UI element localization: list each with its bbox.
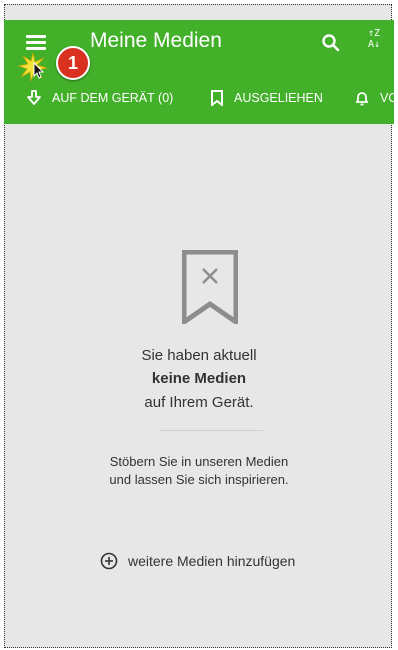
- step-badge: 1: [56, 46, 90, 80]
- tab-bar: AUF DEM GERÄT (0) AUSGELIEHEN VO: [4, 76, 394, 124]
- search-icon[interactable]: [320, 32, 344, 56]
- sort-label-top: ↑Z: [368, 28, 381, 39]
- tab-borrowed[interactable]: AUSGELIEHEN: [210, 90, 323, 106]
- empty-bookmark-icon: [182, 250, 238, 324]
- hint-text-line2: und lassen Sie sich inspirieren.: [109, 472, 289, 487]
- cursor-click-icon: [17, 52, 48, 82]
- empty-text-line2: keine Medien: [151, 370, 247, 387]
- add-media-button[interactable]: weitere Medien hinzufügen: [100, 552, 295, 570]
- tab-reserved[interactable]: VO: [354, 90, 394, 106]
- sort-alpha-icon[interactable]: ↑Z A↓: [368, 28, 394, 58]
- download-icon: [27, 90, 41, 105]
- add-media-label: weitere Medien hinzufügen: [128, 553, 296, 569]
- tab-label: AUF DEM GERÄT (0): [52, 91, 174, 105]
- tab-on-device[interactable]: AUF DEM GERÄT (0): [26, 90, 173, 106]
- divider: [159, 430, 263, 431]
- bell-icon: [355, 92, 369, 106]
- add-circle-icon: [100, 552, 118, 570]
- tab-label: AUSGELIEHEN: [234, 91, 323, 105]
- hint-text-line1: Stöbern Sie in unseren Medien: [109, 454, 289, 469]
- bookmark-icon: [211, 90, 223, 106]
- tab-label: VO: [380, 91, 394, 105]
- empty-state: Sie haben aktuell keine Medien auf Ihrem…: [4, 124, 394, 650]
- empty-text-line1: Sie haben aktuell: [141, 347, 257, 364]
- page-title: Meine Medien: [90, 29, 222, 52]
- sort-label-bottom: A↓: [368, 39, 381, 50]
- empty-text-line3: auf Ihrem Gerät.: [144, 394, 254, 411]
